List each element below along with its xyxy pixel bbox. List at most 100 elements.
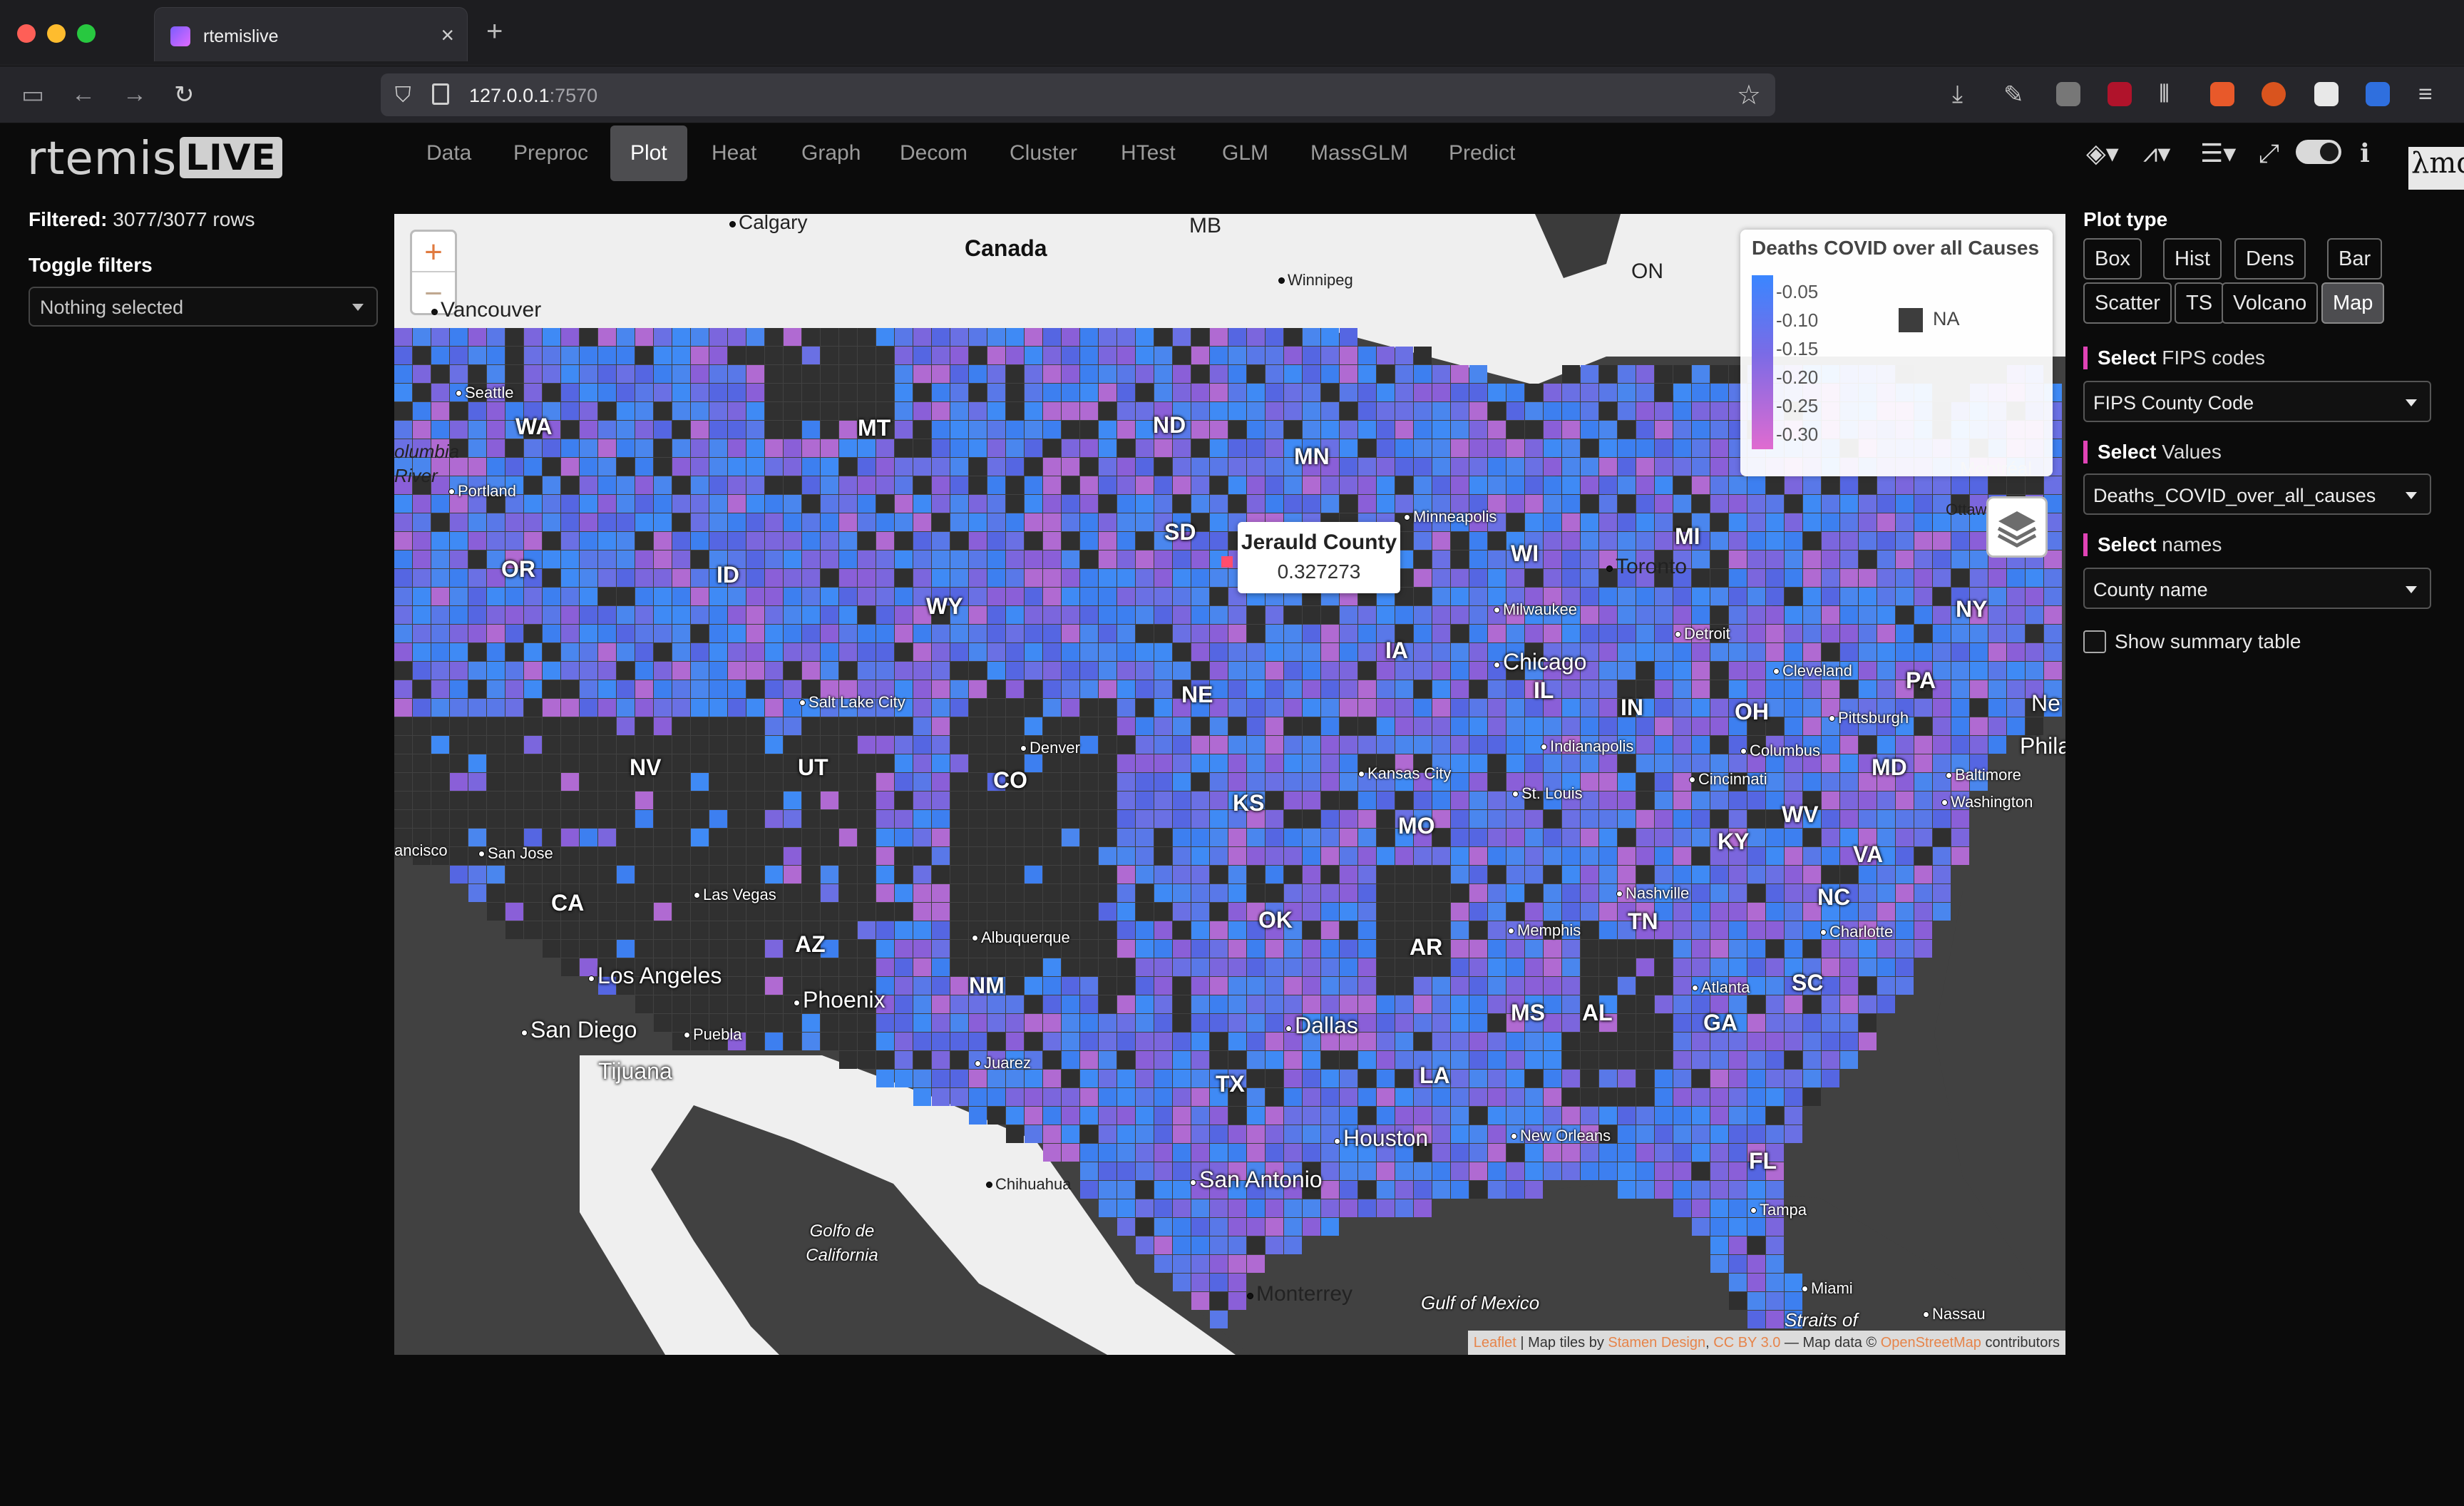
menu-icon[interactable]: ≡ (2418, 81, 2433, 108)
state-label-ny: NY (1956, 596, 1988, 622)
state-label-mn: MN (1294, 444, 1330, 469)
city-label-san-antonio: San Antonio (1190, 1167, 1323, 1193)
download-icon[interactable]: ⤓ (1952, 81, 1963, 108)
city-label-charlotte: Charlotte (1820, 923, 1893, 941)
leaflet-link[interactable]: Leaflet (1474, 1335, 1516, 1351)
plot-type-bar-button[interactable]: Bar (2327, 238, 2383, 280)
map-label-sanfrancisco: ancisco (394, 841, 448, 859)
city-label-nashville: Nashville (1616, 884, 1689, 903)
tab-predict[interactable]: Predict (1429, 125, 1535, 181)
extension-doc-icon[interactable] (2314, 82, 2339, 106)
summary-table-checkbox[interactable] (2083, 630, 2106, 653)
ccby-link[interactable]: CC BY 3.0 (1713, 1335, 1780, 1351)
legend-tick: -0.15 (1776, 338, 1819, 359)
plot-type-label: Plot type (2083, 208, 2168, 230)
zoom-in-button[interactable]: + (412, 232, 455, 272)
minimize-window-button[interactable] (47, 24, 66, 43)
bookmark-star-icon[interactable]: ☆ (1737, 79, 1761, 111)
layers-control-button[interactable] (1986, 496, 2048, 558)
plot-type-scatter-button[interactable]: Scatter (2083, 282, 2172, 324)
plot-type-map-button[interactable]: Map (2321, 282, 2385, 324)
filter-select[interactable]: Nothing selected (29, 287, 378, 327)
plot-type-box-button[interactable]: Box (2083, 238, 2142, 280)
map-label-philadelphia: Philad (2020, 733, 2065, 759)
chevron-down-icon (2406, 586, 2417, 593)
tab-decom[interactable]: Decom (880, 125, 987, 181)
ublock-icon[interactable] (2108, 82, 2132, 106)
area-chart-icon[interactable]: ⩘▾ (2143, 138, 2170, 169)
tab-htest[interactable]: HTest (1101, 125, 1196, 181)
legend-tick: -0.30 (1776, 424, 1819, 445)
state-label-co: CO (993, 767, 1027, 793)
plot-type-ts-button[interactable]: TS (2175, 282, 2224, 324)
state-label-il: IL (1534, 677, 1554, 703)
osm-link[interactable]: OpenStreetMap (1881, 1335, 1981, 1351)
state-label-tn: TN (1628, 908, 1658, 934)
sidebar-toggle-icon[interactable]: ▭ (21, 81, 44, 109)
city-label-columbus: Columbus (1740, 742, 1820, 760)
tab-data[interactable]: Data (406, 125, 491, 181)
names-select[interactable]: County name (2083, 568, 2431, 609)
new-tab-icon[interactable]: + (486, 16, 503, 48)
close-tab-icon[interactable]: × (441, 22, 454, 48)
state-label-nv: NV (630, 754, 662, 780)
plot-type-dens-button[interactable]: Dens (2234, 238, 2306, 280)
tab-glm[interactable]: GLM (1202, 125, 1288, 181)
legend-colorbar (1752, 275, 1773, 449)
wrench-icon[interactable]: ✎ (2003, 81, 2024, 109)
fips-select[interactable]: FIPS County Code (2083, 381, 2431, 422)
close-window-button[interactable] (17, 24, 36, 43)
map-label-golfo: Golfo de California (806, 1221, 878, 1265)
map-label-ottawa: Ottaw (1946, 501, 1987, 518)
state-label-md: MD (1872, 754, 1907, 780)
extension-blue-icon[interactable] (2366, 82, 2390, 106)
stamen-link[interactable]: Stamen Design (1608, 1335, 1705, 1351)
city-label-houston: Houston (1334, 1125, 1428, 1152)
city-label-seattle: Seattle (456, 384, 514, 402)
plot-type-hist-button[interactable]: Hist (2163, 238, 2222, 280)
tooltip-county-name: Jerauld County (1241, 531, 1397, 554)
city-label-miami: Miami (1802, 1279, 1853, 1298)
city-label-las-vegas: Las Vegas (694, 886, 776, 904)
list-icon[interactable]: ☰▾ (2200, 138, 2236, 168)
reload-icon[interactable]: ↻ (174, 81, 195, 109)
state-label-pa: PA (1906, 667, 1936, 693)
tab-heat[interactable]: Heat (692, 125, 776, 181)
choropleth-map[interactable]: + − Canada MB ON Calgary Winnipeg Vancou… (394, 214, 2065, 1355)
extension-orange-icon[interactable] (2262, 82, 2286, 106)
tab-graph[interactable]: Graph (781, 125, 881, 181)
city-label-cleveland: Cleveland (1773, 662, 1852, 680)
city-label-baltimore: Baltimore (1946, 766, 2021, 784)
url-text[interactable]: 127.0.0.1:7570 (469, 85, 597, 107)
state-label-ms: MS (1511, 1000, 1545, 1025)
lambda-md-logo: λmd (2408, 147, 2464, 190)
extension-globe-icon[interactable] (2056, 82, 2080, 106)
extension-chart-icon[interactable] (2210, 82, 2234, 106)
tab-massglm[interactable]: MassGLM (1290, 125, 1428, 181)
forward-icon[interactable]: → (123, 81, 147, 108)
city-label-indianapolis: Indianapolis (1541, 737, 1633, 756)
tab-preproc[interactable]: Preproc (493, 125, 608, 181)
maximize-window-button[interactable] (77, 24, 96, 43)
plot-type-volcano-button[interactable]: Volcano (2222, 282, 2319, 324)
city-label-pittsburgh: Pittsburgh (1829, 709, 1909, 727)
city-label-monterrey: Monterrey (1247, 1282, 1352, 1306)
app-logo: rtemis LIVE (27, 133, 282, 185)
state-label-ar: AR (1410, 934, 1443, 960)
state-label-ks: KS (1233, 790, 1265, 816)
legend-tick: -0.20 (1776, 367, 1819, 388)
tab-cluster[interactable]: Cluster (990, 125, 1097, 181)
back-icon[interactable]: ← (71, 81, 96, 108)
info-icon[interactable]: ℹ (2360, 138, 2370, 168)
url-bar[interactable]: ⛉ 127.0.0.1:7570 ☆ (381, 73, 1775, 116)
cube-icon[interactable]: ◈▾ (2086, 138, 2119, 168)
toggle-knob (2320, 143, 2339, 161)
expand-icon[interactable]: ⤢ (2259, 138, 2279, 169)
library-icon[interactable]: ⦀ (2159, 81, 2170, 108)
city-label-kansas-city: Kansas City (1358, 764, 1451, 783)
values-select[interactable]: Deaths_COVID_over_all_causes (2083, 473, 2431, 515)
theme-toggle[interactable] (2296, 140, 2341, 164)
tab-plot[interactable]: Plot (610, 125, 687, 181)
state-label-az: AZ (795, 931, 826, 957)
browser-tab[interactable]: rtemislive × (154, 7, 468, 61)
